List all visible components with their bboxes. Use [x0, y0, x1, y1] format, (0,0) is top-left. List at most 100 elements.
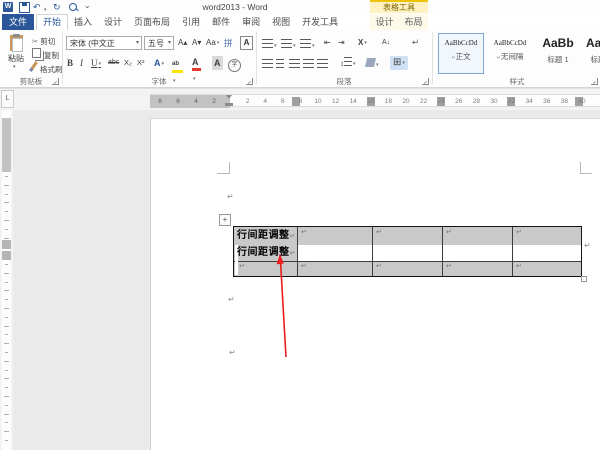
bullet-list-icon [262, 39, 273, 48]
paste-dropdown-icon[interactable]: ▾ [13, 64, 16, 70]
show-hide-marks-button[interactable]: ↵ [412, 35, 419, 49]
horizontal-ruler[interactable]: 8 6 4 2 2 4 6 8 10 12 14 16 18 20 22 24 26 28 30 32 34 36 38 40 [150, 94, 600, 108]
ruler-number: 28 [472, 98, 480, 105]
undo-icon[interactable]: ↶ [33, 2, 41, 12]
tab-references[interactable]: 引用 [176, 14, 206, 30]
phonetic-guide-button[interactable]: 拼 [224, 36, 233, 50]
ruler-tick [5, 387, 8, 389]
bold-button[interactable]: B [67, 56, 73, 70]
ruler-tick [5, 264, 8, 265]
font-size-combo[interactable]: 五号 [144, 36, 174, 50]
format-painter-button[interactable]: 格式刷 [29, 61, 63, 77]
paste-clipboard-icon [10, 34, 23, 52]
italic-button[interactable]: I [80, 56, 83, 70]
font-name-combo[interactable]: 宋体 (中文正 [66, 36, 142, 50]
increase-indent-button[interactable]: ⇥ [338, 36, 345, 50]
style-card-no-spacing[interactable]: AaBbCcDd ↵无间隔 [487, 33, 533, 74]
ruler-number: 40 [578, 98, 586, 105]
table-cell-r1c4[interactable]: ↵ [443, 227, 513, 262]
tab-view[interactable]: 视图 [266, 14, 296, 30]
shrink-font-button[interactable]: A▾ [192, 36, 201, 50]
multilevel-list-button[interactable] [300, 38, 315, 53]
tab-page-layout[interactable]: 页面布局 [128, 14, 176, 30]
styles-dialog-launcher[interactable] [591, 78, 598, 85]
redo-icon[interactable]: ↻ [53, 2, 61, 12]
style-card-heading2[interactable]: AaB 标题 [583, 33, 600, 74]
end-of-row-mark: ↵ [584, 241, 591, 250]
align-right-button[interactable] [289, 58, 300, 72]
subscript-button[interactable]: X₂ [124, 56, 132, 70]
strikethrough-button[interactable]: abc [108, 56, 119, 70]
grow-font-button[interactable]: A▴ [178, 36, 187, 50]
table-resize-handle[interactable] [581, 276, 587, 282]
table-cell-r2c1[interactable]: ↵ [234, 262, 298, 276]
character-border-button[interactable]: A [240, 35, 253, 50]
ruler-tick [4, 202, 9, 204]
ruler-tick [4, 343, 9, 345]
tab-selector-button[interactable]: L [1, 90, 14, 108]
asian-layout-button[interactable]: X [358, 36, 367, 50]
underline-button[interactable]: U [91, 56, 101, 72]
font-dialog-launcher[interactable] [246, 78, 253, 85]
table[interactable]: 行间距调整↵ 行间距调整↵ ↵ ↵ ↵ ↵ ↵ ↵ ↵ ↵ ↵ [233, 226, 582, 277]
shading-button[interactable] [365, 57, 379, 72]
left-indent-marker[interactable] [225, 103, 233, 106]
table-cell-r2c4[interactable]: ↵ [443, 262, 513, 276]
line-spacing-button[interactable]: ↕ [340, 57, 356, 72]
paste-button[interactable]: 粘贴 ▾ [3, 33, 29, 75]
tab-review[interactable]: 审阅 [236, 14, 266, 30]
customize-qat-icon[interactable]: ⌄ [84, 1, 91, 11]
table-cell-r2c5[interactable]: ↵ [513, 262, 581, 276]
change-case-button[interactable]: Aa [206, 36, 219, 50]
align-left-button[interactable] [262, 58, 273, 72]
justify-icon [303, 59, 314, 68]
print-preview-icon[interactable] [69, 3, 79, 12]
cell-mark: ↵ [516, 263, 522, 270]
align-center-button[interactable] [276, 58, 284, 72]
table-move-handle[interactable]: + [219, 214, 231, 226]
character-shading-button[interactable]: A [212, 56, 223, 70]
ribbon: 粘贴 ▾ ✂ 剪切 复制 格式刷 剪贴板 宋体 (中文正 五号 A▴ A▾ Aa… [0, 30, 600, 88]
table-row-marker[interactable] [2, 240, 11, 249]
document-area[interactable]: ↵ + 行间距调整↵ 行间距调整↵ ↵ ↵ ↵ ↵ ↵ ↵ ↵ ↵ ↵ ↵ ↵ … [13, 110, 600, 450]
clipboard-dialog-launcher[interactable] [52, 78, 59, 85]
tab-mailings[interactable]: 邮件 [206, 14, 236, 30]
borders-icon: ⊞ [393, 57, 402, 68]
tab-design[interactable]: 设计 [98, 14, 128, 30]
cut-button[interactable]: ✂ 剪切 [32, 35, 55, 49]
page[interactable] [150, 118, 600, 450]
decrease-indent-button[interactable]: ⇤ [324, 36, 331, 50]
borders-button[interactable]: ⊞ [390, 56, 408, 70]
tab-table-layout[interactable]: 布局 [399, 14, 428, 30]
font-group-label: 字体 [151, 77, 167, 86]
align-center-icon [276, 59, 284, 68]
tab-file[interactable]: 文件 [2, 14, 34, 30]
superscript-button[interactable]: X² [137, 56, 145, 70]
tab-home[interactable]: 开始 [36, 14, 69, 30]
vertical-ruler[interactable] [0, 110, 13, 450]
paragraph-dialog-launcher[interactable] [422, 78, 429, 85]
table-cell-r2c2[interactable]: ↵ [298, 262, 373, 276]
enclose-characters-button[interactable]: 字 [228, 56, 241, 72]
table-cell-r1c3[interactable]: ↵ [373, 227, 443, 262]
style-card-heading1[interactable]: AaBb 标题 1 [536, 33, 580, 74]
sort-button[interactable]: A↓ [382, 36, 390, 50]
table-cell-r1c5[interactable]: ↵ [513, 227, 581, 262]
text-effects-button[interactable]: A [154, 56, 164, 71]
table-cell-r1c2[interactable]: ↵ [298, 227, 373, 262]
table-cell-r1c1[interactable]: 行间距调整↵ 行间距调整↵ [234, 227, 298, 275]
justify-button[interactable] [303, 58, 314, 72]
numbering-button[interactable] [281, 38, 296, 53]
ruler-tick [5, 422, 8, 424]
tab-insert[interactable]: 插入 [68, 14, 98, 30]
tab-developer[interactable]: 开发工具 [296, 14, 344, 30]
tab-table-design[interactable]: 设计 [370, 14, 399, 30]
ruler-row: L 8 6 4 2 2 4 6 8 10 12 14 16 18 20 22 24 26 28 30 32 34 36 38… [0, 88, 600, 110]
bullets-button[interactable] [262, 38, 277, 53]
style-card-normal[interactable]: AaBbCcDd ↵正文 [438, 33, 484, 74]
ruler-tick [5, 369, 8, 371]
save-icon[interactable] [19, 2, 30, 13]
distribute-button[interactable] [317, 58, 328, 72]
first-line-indent-marker[interactable] [226, 95, 232, 99]
table-cell-r2c3[interactable]: ↵ [373, 262, 443, 276]
